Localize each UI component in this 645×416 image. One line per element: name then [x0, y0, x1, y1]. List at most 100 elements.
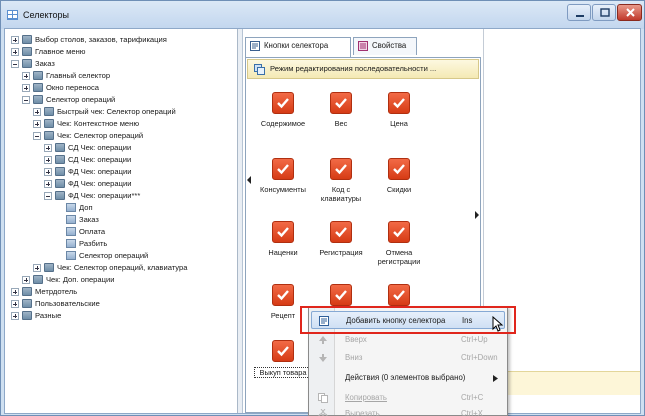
selector-group-icon — [44, 107, 54, 116]
selector-button[interactable]: Консумиенты — [254, 158, 312, 214]
expand-icon[interactable] — [44, 180, 52, 188]
maximize-button[interactable] — [592, 4, 616, 21]
selector-group-icon — [22, 59, 32, 68]
tree-node[interactable]: Главное меню — [5, 46, 237, 58]
selector-button[interactable]: Выкуп товара — [254, 340, 312, 396]
scroll-right-icon[interactable] — [474, 210, 480, 220]
selector-button-label: Наценки — [268, 248, 298, 257]
tree-node[interactable]: СД Чек: операции — [5, 142, 237, 154]
tree-node[interactable]: СД Чек: операции — [5, 154, 237, 166]
submenu-arrow-icon — [493, 375, 498, 382]
collapse-icon[interactable] — [33, 132, 41, 140]
tab-properties[interactable]: Свойства — [353, 37, 417, 55]
checkmark-icon — [272, 158, 294, 180]
tree-node-label: Главный селектор — [46, 71, 111, 80]
selector-button[interactable]: Вес — [312, 92, 370, 148]
selector-button-label: Консумиенты — [260, 185, 306, 194]
checkmark-icon — [330, 284, 352, 306]
menu-item-label: Вниз — [345, 353, 363, 362]
checkmark-icon — [388, 221, 410, 243]
tree-node[interactable]: Чек: Доп. операции — [5, 274, 237, 286]
expand-icon[interactable] — [33, 120, 41, 128]
menu-item-label: Действия (0 элементов выбрано) — [345, 373, 466, 382]
selector-button[interactable]: Скидки — [370, 158, 428, 214]
selector-tree[interactable]: Выбор столов, заказов, тарификация Главно… — [5, 29, 238, 413]
expand-icon[interactable] — [33, 108, 41, 116]
menu-item-move-down[interactable]: Вниз Ctrl+Down — [311, 349, 505, 367]
checkmark-icon — [388, 158, 410, 180]
tree-node[interactable]: Быстрый чек: Селектор операций — [5, 106, 237, 118]
tree-node[interactable]: Заказ — [5, 58, 237, 70]
tree-node[interactable]: Чек: Селектор операций — [5, 130, 237, 142]
tree-node[interactable]: Чек: Контекстное меню — [5, 118, 237, 130]
tree-node[interactable]: ФД Чек: операции — [5, 166, 237, 178]
tree-node-label: ФД Чек: операции — [68, 179, 132, 188]
menu-item-actions[interactable]: Действия (0 элементов выбрано) — [311, 369, 505, 387]
collapse-icon[interactable] — [11, 60, 19, 68]
tree-node-label: Селектор операций — [79, 251, 149, 260]
tree-node[interactable]: Метрдотель — [5, 286, 237, 298]
window-title: Селекторы — [23, 10, 70, 20]
expand-icon[interactable] — [22, 72, 30, 80]
tree-node[interactable]: Окно переноса — [5, 82, 237, 94]
minimize-icon — [576, 15, 584, 17]
app-icon — [7, 10, 18, 20]
tree-node[interactable]: Пользовательские — [5, 298, 237, 310]
expand-icon[interactable] — [11, 312, 19, 320]
checkmark-icon — [330, 221, 352, 243]
expand-icon[interactable] — [33, 264, 41, 272]
tree-node[interactable]: Выбор столов, заказов, тарификация — [5, 34, 237, 46]
expand-icon[interactable] — [44, 168, 52, 176]
expand-icon[interactable] — [44, 144, 52, 152]
tree-node[interactable]: Доп — [5, 202, 237, 214]
tree-node-label: Разные — [35, 311, 62, 320]
tree-node[interactable]: Оплата — [5, 226, 237, 238]
selector-group-icon — [22, 287, 32, 296]
copy-icon — [318, 393, 328, 403]
splitter[interactable] — [238, 29, 243, 413]
tree-node[interactable]: Разные — [5, 310, 237, 322]
tree-node-label: Выбор столов, заказов, тарификация — [35, 35, 167, 44]
selector-button[interactable]: Наценки — [254, 221, 312, 277]
checkmark-icon — [330, 92, 352, 114]
selector-button-label: Код с клавиатуры — [320, 185, 362, 203]
tree-node[interactable]: Разбить — [5, 238, 237, 250]
tree-node[interactable]: Селектор операций — [5, 94, 237, 106]
checkmark-icon — [272, 221, 294, 243]
expand-icon[interactable] — [22, 276, 30, 284]
checkmark-icon — [272, 92, 294, 114]
tree-node-label: Заказ — [35, 59, 55, 68]
selector-group-icon — [33, 71, 43, 80]
collapse-icon[interactable] — [22, 96, 30, 104]
scroll-left-icon[interactable] — [246, 175, 252, 185]
expand-icon[interactable] — [11, 288, 19, 296]
selector-group-icon — [33, 275, 43, 284]
close-button[interactable] — [617, 4, 642, 21]
title-bar[interactable]: Селекторы — [1, 1, 644, 29]
minimize-button[interactable] — [567, 4, 591, 21]
tree-node[interactable]: Чек: Селектор операций, клавиатура — [5, 262, 237, 274]
tab-selector-buttons[interactable]: Кнопки селектора — [245, 37, 351, 57]
selector-button[interactable]: Регистрация — [312, 221, 370, 277]
expand-icon[interactable] — [11, 48, 19, 56]
tree-node[interactable]: Заказ — [5, 214, 237, 226]
selector-button[interactable]: Содержимое — [254, 92, 312, 148]
selector-button[interactable]: Цена — [370, 92, 428, 148]
selector-button[interactable]: Отмена регистрации — [370, 221, 428, 277]
edit-mode-toolbar[interactable]: Режим редактирования последовательности … — [247, 59, 479, 79]
selector-button-label: Выкуп товара — [254, 367, 312, 378]
tree-node[interactable]: Селектор операций — [5, 250, 237, 262]
selector-button-label: Вес — [334, 119, 348, 128]
expand-icon[interactable] — [44, 156, 52, 164]
selector-button-label: Скидки — [386, 185, 412, 194]
arrow-up-icon — [319, 336, 327, 344]
menu-item-cut[interactable]: Вырезать Ctrl+X — [311, 405, 505, 416]
expand-icon[interactable] — [22, 84, 30, 92]
tree-node[interactable]: ФД Чек: операции*** — [5, 190, 237, 202]
expand-icon[interactable] — [11, 36, 19, 44]
collapse-icon[interactable] — [44, 192, 52, 200]
tree-node[interactable]: ФД Чек: операции — [5, 178, 237, 190]
expand-icon[interactable] — [11, 300, 19, 308]
selector-button[interactable]: Код с клавиатуры — [312, 158, 370, 214]
tree-node[interactable]: Главный селектор — [5, 70, 237, 82]
